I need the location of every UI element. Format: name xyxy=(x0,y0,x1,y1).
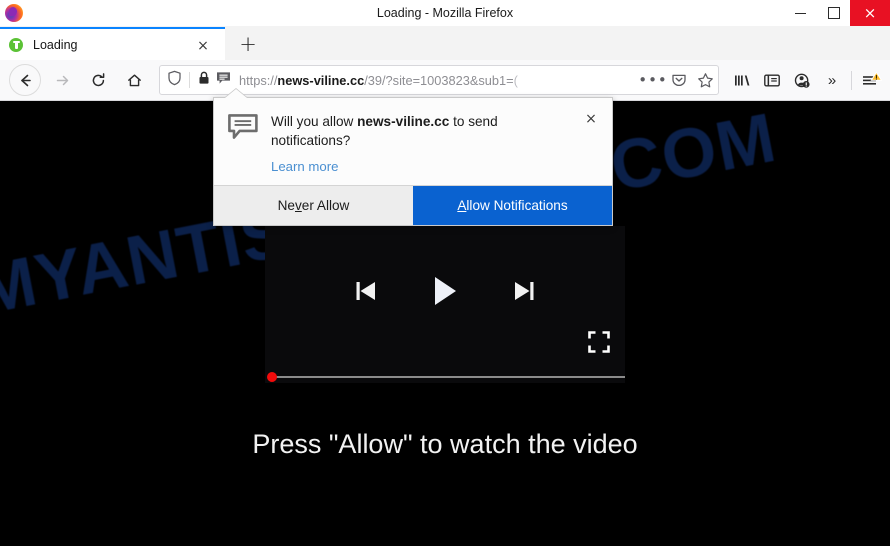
url-path: /39/?site=1003823&sub1= xyxy=(364,72,514,88)
speech-bubble-icon xyxy=(228,114,258,140)
padlock-icon[interactable] xyxy=(197,70,211,91)
pocket-icon xyxy=(672,74,686,87)
url-text[interactable]: https://news-viline.cc/39/?site=1003823&… xyxy=(239,73,640,88)
address-separator xyxy=(189,72,190,88)
toolbar-right-tools: » xyxy=(727,65,890,95)
tab-strip: Loading × + xyxy=(0,26,890,60)
page-tagline: Press "Allow" to watch the video xyxy=(252,429,638,459)
hamburger-menu-icon xyxy=(862,71,882,85)
popup-body: Will you allow news-viline.cc to send no… xyxy=(214,98,612,161)
title-bar: Loading - Mozilla Firefox × xyxy=(0,0,890,27)
url-truncated-tail: ( xyxy=(513,72,518,88)
library-icon xyxy=(734,75,749,85)
play-icon xyxy=(435,277,456,305)
pocket-button[interactable] xyxy=(666,67,692,93)
sidebar-icon xyxy=(764,74,780,87)
minimize-icon xyxy=(795,12,806,14)
app-menu-button[interactable] xyxy=(856,65,886,95)
forward-arrow-icon xyxy=(56,75,68,85)
play-button[interactable] xyxy=(431,274,459,308)
bookmark-button[interactable] xyxy=(692,67,718,93)
star-icon xyxy=(697,72,713,87)
video-player[interactable] xyxy=(265,226,625,383)
maximize-icon xyxy=(827,7,840,19)
progress-handle[interactable] xyxy=(267,372,277,382)
firefox-logo-icon xyxy=(5,4,23,22)
never-allow-button[interactable]: Never Allow xyxy=(214,185,413,225)
account-warning-icon xyxy=(794,73,810,88)
back-button[interactable] xyxy=(9,64,41,96)
sidebar-button[interactable] xyxy=(757,65,787,95)
skip-next-icon xyxy=(515,282,534,300)
tab-loading[interactable]: Loading × xyxy=(0,27,225,60)
popup-question-domain: news-viline.cc xyxy=(357,114,450,129)
tab-close-icon[interactable]: × xyxy=(195,38,211,54)
tracking-shield-icon[interactable] xyxy=(167,70,182,91)
progress-track xyxy=(271,376,625,378)
close-window-button[interactable]: × xyxy=(850,0,890,26)
home-icon xyxy=(127,74,141,86)
next-button[interactable] xyxy=(511,276,537,306)
new-tab-button[interactable]: + xyxy=(225,27,271,60)
library-button[interactable] xyxy=(727,65,757,95)
page-actions-button[interactable]: ••• xyxy=(638,67,667,93)
url-scheme: https:// xyxy=(239,72,278,88)
toolbar-separator xyxy=(851,70,852,90)
forward-button xyxy=(47,65,77,95)
reload-icon xyxy=(92,72,104,86)
player-controls xyxy=(265,266,625,316)
tab-title: Loading xyxy=(33,37,78,52)
tab-favicon-icon xyxy=(9,37,23,52)
fullscreen-button[interactable] xyxy=(588,331,610,353)
notification-permission-icon[interactable] xyxy=(215,70,232,91)
minimize-button[interactable] xyxy=(784,0,817,26)
home-button[interactable] xyxy=(119,65,149,95)
allow-notifications-label: Allow Notifications xyxy=(457,197,568,213)
popup-arrow xyxy=(225,89,247,98)
fullscreen-icon xyxy=(588,331,610,353)
allow-notifications-button[interactable]: Allow Notifications xyxy=(413,185,612,225)
popup-question-prefix: Will you allow xyxy=(271,114,358,129)
browser-window: Loading - Mozilla Firefox × Loading × + xyxy=(0,0,890,546)
close-icon: × xyxy=(863,3,877,22)
window-controls: × xyxy=(784,0,890,26)
skip-previous-icon xyxy=(356,282,375,300)
overflow-menu-button[interactable]: » xyxy=(817,65,847,95)
back-arrow-icon xyxy=(20,74,31,86)
window-title: Loading - Mozilla Firefox xyxy=(376,6,514,20)
maximize-button[interactable] xyxy=(817,0,850,26)
popup-actions: Never Allow Allow Notifications xyxy=(214,184,612,225)
notification-permission-popup: Will you allow news-viline.cc to send no… xyxy=(213,97,613,226)
progress-bar[interactable] xyxy=(267,372,625,382)
reload-button[interactable] xyxy=(83,65,113,95)
url-host: news-viline.cc xyxy=(277,72,365,88)
navigation-toolbar: https://news-viline.cc/39/?site=1003823&… xyxy=(0,60,890,101)
popup-question: Will you allow news-viline.cc to send no… xyxy=(271,112,598,151)
account-button[interactable] xyxy=(787,65,817,95)
learn-more-link[interactable]: Learn more xyxy=(271,159,612,185)
popup-close-icon[interactable]: × xyxy=(582,110,600,128)
never-allow-label: Never Allow xyxy=(277,197,350,213)
previous-button[interactable] xyxy=(353,276,379,306)
